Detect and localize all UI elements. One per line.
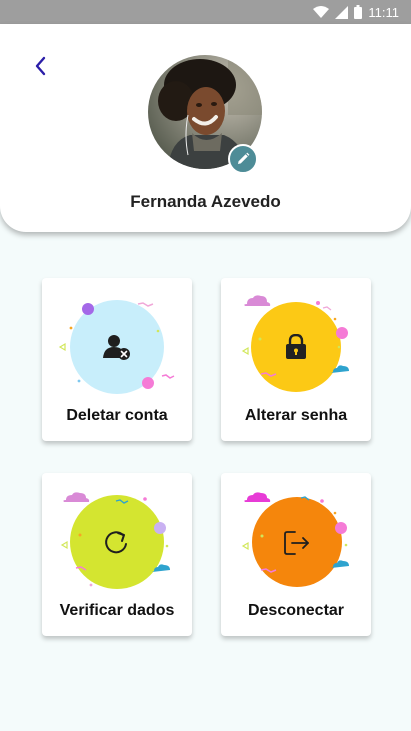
delete-account-button[interactable]: Deletar conta [42, 278, 192, 441]
chevron-left-icon [35, 56, 46, 76]
change-password-label: Alterar senha [244, 407, 348, 424]
profile-header: Fernanda Azevedo [0, 24, 411, 232]
wifi-icon [313, 5, 330, 18]
status-time: 11:11 [368, 4, 399, 20]
back-button[interactable] [26, 52, 54, 80]
edit-photo-button[interactable] [228, 144, 258, 174]
pencil-icon [238, 152, 250, 164]
signal-icon [335, 5, 349, 19]
logout-label: Desconectar [247, 602, 345, 619]
logout-button[interactable]: Desconectar [221, 473, 371, 636]
user-name: Fernanda Azevedo [130, 192, 281, 211]
verify-data-button[interactable]: Verificar dados [42, 473, 192, 636]
refresh-icon [105, 531, 127, 554]
battery-icon [354, 5, 363, 19]
remove-user-icon [103, 335, 130, 360]
status-bar: 11:11 [0, 0, 411, 24]
change-password-button[interactable]: Alterar senha [221, 278, 371, 441]
verify-data-label: Verificar dados [59, 602, 175, 619]
lock-icon [286, 334, 306, 359]
delete-account-label: Deletar conta [66, 407, 168, 424]
logout-icon [284, 531, 309, 555]
